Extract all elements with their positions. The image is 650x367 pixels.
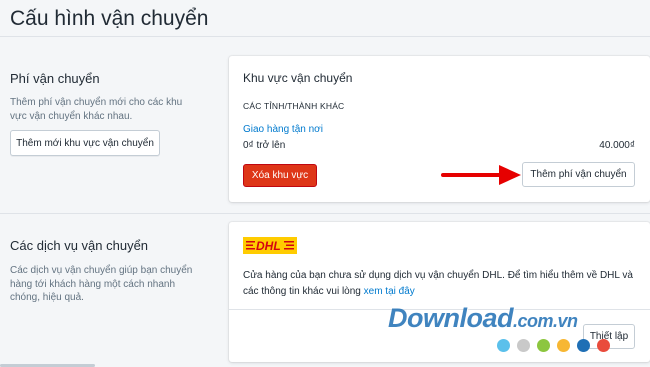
red-arrow-icon — [441, 165, 521, 185]
watermark-domain: .com.vn — [513, 311, 578, 331]
download-watermark: Download.com.vn — [388, 303, 578, 334]
shipping-fees-heading: Phí vận chuyển — [10, 71, 100, 86]
watermark-dot — [557, 339, 570, 352]
shipping-rate-link[interactable]: Giao hàng tận nơi — [243, 124, 323, 135]
carrier-services-heading: Các dịch vụ vận chuyển — [10, 238, 149, 253]
shipping-fees-description: Thêm phí vận chuyển mới cho các khu vực … — [10, 97, 183, 122]
watermark-dot — [517, 339, 530, 352]
add-shipping-rate-button[interactable]: Thêm phí vận chuyển — [522, 162, 635, 187]
add-shipping-zone-button[interactable]: Thêm mới khu vực vận chuyển — [10, 130, 160, 156]
shipping-zone-card: Khu vực vận chuyển CÁC TỈNH/THÀNH KHÁC G… — [229, 56, 650, 202]
svg-text:DHL: DHL — [256, 239, 281, 252]
dhl-info-text: Cửa hàng của bạn chưa sử dụng dịch vụ vậ… — [243, 268, 643, 299]
page-title: Cấu hình vận chuyển — [10, 7, 209, 30]
dhl-info-message: Cửa hàng của bạn chưa sử dụng dịch vụ vậ… — [243, 270, 633, 297]
watermark-dot — [537, 339, 550, 352]
carrier-services-description: Các dịch vụ vận chuyển giúp bạn chuyển h… — [10, 265, 193, 303]
watermark-dots — [497, 339, 610, 352]
watermark-text: Download — [388, 303, 514, 333]
watermark-dot — [577, 339, 590, 352]
shipping-rate-condition: 0₫ trở lên — [243, 140, 286, 151]
dhl-logo: DHL — [243, 237, 297, 254]
shipping-rate-price: 40.000₫ — [599, 140, 635, 151]
dhl-info-link[interactable]: xem tại đây — [364, 286, 415, 297]
watermark-dot — [597, 339, 610, 352]
dhl-logo-wordmark: DHL — [246, 239, 294, 252]
section-divider — [0, 213, 650, 214]
zone-region-label: CÁC TỈNH/THÀNH KHÁC — [243, 101, 345, 111]
title-divider — [0, 36, 650, 37]
delete-zone-button[interactable]: Xóa khu vực — [243, 164, 317, 187]
watermark-dot — [497, 339, 510, 352]
zone-card-title: Khu vực vận chuyển — [243, 71, 353, 85]
